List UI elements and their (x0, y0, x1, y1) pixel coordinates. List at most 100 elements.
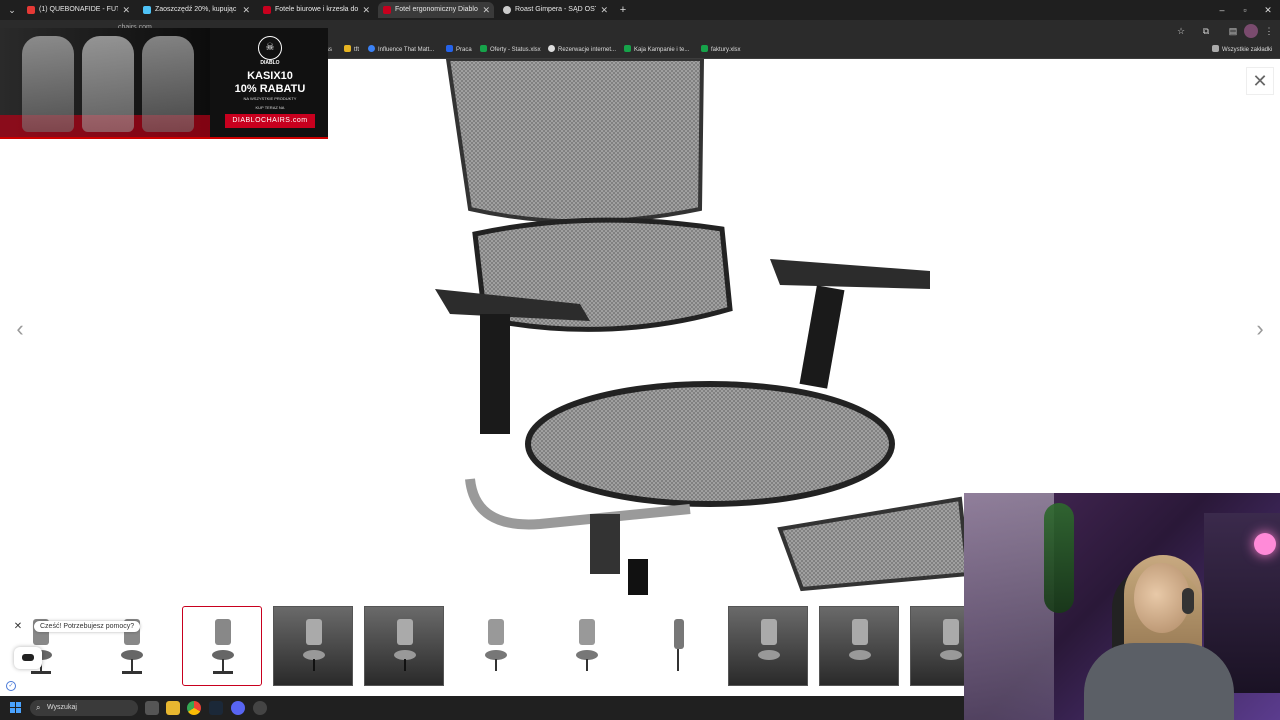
webcam-overlay (964, 493, 1280, 720)
diablo-logo-icon: ☠ (258, 36, 282, 60)
thumbnail[interactable] (819, 606, 899, 686)
all-bookmarks[interactable]: Wszystkie zakładki (1212, 45, 1272, 55)
bookmark-label: Kaja Kampanie i te... (634, 47, 690, 53)
ad-cta: KUP TERAZ NA (255, 105, 285, 110)
site-favicon-icon (503, 6, 511, 14)
chrome-icon[interactable] (187, 701, 201, 715)
tab-search-icon[interactable]: ⌄ (4, 2, 20, 18)
thumbnail-selected[interactable] (182, 606, 262, 686)
diablo-favicon-icon (383, 6, 391, 14)
thumbnail[interactable] (637, 606, 717, 686)
bookmark-item[interactable]: Oferty - Status.xlsx (480, 45, 541, 55)
thumbnail-chair-image (303, 619, 325, 671)
steam-icon[interactable] (209, 701, 223, 715)
bookmark-label: Praca (456, 47, 472, 53)
thumbnail-chair-image (485, 619, 507, 671)
thumbnail[interactable] (546, 606, 626, 686)
folder-icon (344, 45, 351, 52)
help-chat-widget: ✕ Cześć! Potrzebujesz pomocy? (10, 619, 141, 679)
excel-icon (624, 45, 631, 52)
tab-close-icon[interactable]: ✕ (362, 2, 370, 18)
app-icon[interactable] (253, 701, 267, 715)
thumbnail[interactable] (455, 606, 535, 686)
bookmark-item[interactable]: tft (344, 45, 359, 55)
ad-code: KASIX10 (247, 70, 293, 82)
youtube-favicon-icon (27, 6, 35, 14)
tab-title: Fotele biurowe i krzesła do biu (275, 6, 358, 13)
thumbnail-chair-image (849, 619, 871, 660)
thumbnail-chair-image (940, 619, 962, 660)
task-view-icon[interactable] (145, 701, 159, 715)
ad-chairs-image (0, 28, 210, 137)
bookmark-item[interactable]: Kaja Kampanie i te... (624, 45, 689, 55)
tab-quebonafide[interactable]: (1) QUEBONAFIDE - FUTUR ✕ (22, 2, 134, 18)
tab-fotele-biurowe[interactable]: Fotele biurowe i krzesła do biu ✕ (258, 2, 374, 18)
tab-title: (1) QUEBONAFIDE - FUTUR (39, 6, 118, 13)
tab-close-icon[interactable]: ✕ (242, 2, 250, 18)
excel-icon (480, 45, 487, 52)
bookmark-item[interactable]: Influence That Matt... (368, 45, 434, 55)
bookmark-label: Influence That Matt... (378, 47, 435, 53)
thumbnail-chair-image (212, 619, 234, 674)
profile-avatar[interactable] (1244, 24, 1258, 38)
tab-strip: ⌄ (1) QUEBONAFIDE - FUTUR ✕ Zaoszczędź 2… (0, 0, 1280, 20)
thumbnail-strip (0, 605, 965, 689)
ad-shop-button[interactable]: DIABLOCHAIRS.com (225, 114, 315, 128)
briefcase-icon (446, 45, 453, 52)
ad-chair-image (82, 36, 134, 132)
site-icon (368, 45, 375, 52)
bookmark-item[interactable]: Praca (446, 45, 472, 55)
tab-zaoszczedz[interactable]: Zaoszczędź 20%, kupując Two ✕ (138, 2, 254, 18)
ad-chair-image (142, 36, 194, 132)
bookmark-item[interactable]: Rezerwacje internet... (548, 45, 616, 55)
ad-discount: 10% RABATU (234, 83, 306, 95)
site-favicon-icon (143, 6, 151, 14)
tab-roast-gimpera[interactable]: Roast Gimpera - SĄD OSTATEC ✕ (498, 2, 612, 18)
bookmark-star-icon[interactable]: ☆ (1174, 24, 1188, 38)
folder-icon (1212, 45, 1219, 52)
toolbar-icon[interactable]: ▤ (1226, 24, 1240, 38)
next-image-arrow-icon[interactable]: › (1250, 314, 1270, 344)
chat-icon (22, 654, 34, 661)
chat-greeting[interactable]: Cześć! Potrzebujesz pomocy? (34, 621, 141, 632)
tab-close-icon[interactable]: ✕ (482, 2, 490, 18)
promo-ad-overlay[interactable]: ☠ DIABLO KASIX10 10% RABATU NA WSZYSTKIE… (0, 28, 328, 139)
thumbnail[interactable] (728, 606, 808, 686)
site-icon (548, 45, 555, 52)
discord-icon[interactable] (231, 701, 245, 715)
prev-image-arrow-icon[interactable]: ‹ (10, 314, 30, 344)
bookmark-label: tft (354, 47, 360, 53)
extensions-icon[interactable]: ⧉ (1199, 24, 1213, 38)
webcam-plant (1044, 503, 1074, 613)
bookmark-label: faktury.xlsx (711, 47, 741, 53)
chat-open-button[interactable] (14, 647, 42, 669)
tab-fotel-ergonomiczny[interactable]: Fotel ergonomiczny Diablo V- ✕ (378, 2, 494, 18)
taskbar-search[interactable]: ⌕ Wyszukaj (30, 700, 138, 716)
thumbnail-chair-image (674, 619, 684, 671)
browser-menu-icon[interactable]: ⋮ (1262, 24, 1276, 38)
thumbnail-chair-image (394, 619, 416, 671)
thumbnail[interactable] (273, 606, 353, 686)
thumbnail[interactable] (910, 606, 965, 686)
windows-start-icon[interactable] (10, 702, 22, 714)
restore-button[interactable]: ▫ (1237, 2, 1253, 18)
thumbnail[interactable] (364, 606, 444, 686)
tab-close-icon[interactable]: ✕ (122, 2, 130, 18)
search-placeholder: Wyszukaj (47, 704, 77, 711)
lightbox-close-button[interactable]: ✕ (1246, 67, 1274, 95)
window-close-button[interactable]: ✕ (1260, 2, 1276, 18)
thumbnail-chair-image (758, 619, 780, 660)
thumbnail-chair-image (576, 619, 598, 671)
diablo-favicon-icon (263, 6, 271, 14)
webcam-background (964, 493, 1054, 720)
bookmark-label: Oferty - Status.xlsx (490, 47, 541, 53)
file-explorer-icon[interactable] (166, 701, 180, 715)
webcam-lamp (1254, 533, 1276, 555)
minimize-button[interactable]: – (1214, 2, 1230, 18)
all-bookmarks-label: Wszystkie zakładki (1222, 47, 1273, 53)
webcam-headphones (1182, 588, 1194, 614)
chat-close-icon[interactable]: ✕ (12, 621, 24, 633)
new-tab-button[interactable]: + (616, 2, 630, 18)
tab-close-icon[interactable]: ✕ (600, 2, 608, 18)
bookmark-item[interactable]: faktury.xlsx (701, 45, 741, 55)
